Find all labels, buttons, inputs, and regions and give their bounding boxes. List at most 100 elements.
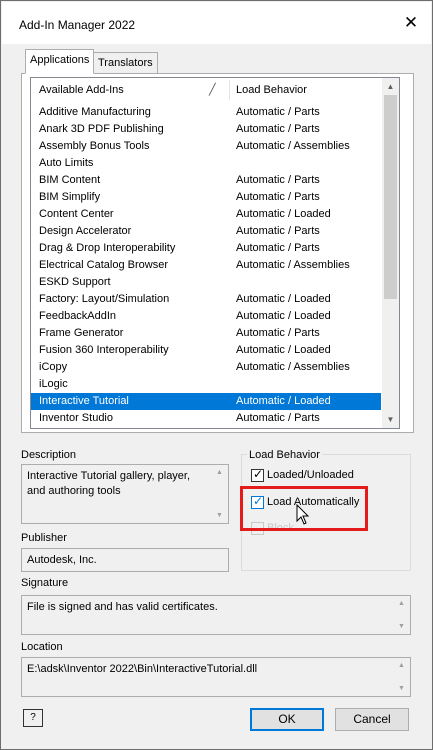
add-in-name: Design Accelerator (39, 225, 132, 237)
cancel-button[interactable]: Cancel (335, 708, 409, 731)
description-box[interactable]: Interactive Tutorial gallery, player, an… (21, 464, 229, 524)
add-in-name: iCopy (39, 361, 68, 373)
list-item[interactable]: BIM Content Automatic / Parts (31, 172, 381, 189)
list-scrollbar[interactable]: ▲ ▼ (382, 78, 399, 428)
add-in-name: ESKD Support (39, 276, 111, 288)
add-in-name: Inventor Studio (39, 412, 113, 424)
signature-value: File is signed and has valid certificate… (27, 601, 218, 613)
add-in-load-behavior: Automatic / Loaded (236, 395, 331, 407)
scroll-down-icon[interactable]: ▼ (211, 508, 228, 523)
list-item[interactable]: ESKD Support (31, 274, 381, 291)
scroll-up-icon[interactable]: ▲ (382, 78, 399, 95)
tab-applications[interactable]: Applications (25, 49, 95, 74)
add-in-name: Auto Limits (39, 157, 94, 169)
signature-scrollbar[interactable]: ▲ ▼ (393, 596, 410, 634)
description-text: Interactive Tutorial gallery, player, an… (27, 470, 191, 497)
list-item[interactable]: Content Center Automatic / Loaded (31, 206, 381, 223)
add-in-name: Assembly Bonus Tools (39, 140, 150, 152)
add-in-name: Frame Generator (39, 327, 124, 339)
add-in-name: Content Center (39, 208, 114, 220)
scroll-up-icon[interactable]: ▲ (393, 596, 410, 611)
add-in-load-behavior: Automatic / Loaded (236, 208, 331, 220)
load-behavior-label: Load Behavior (247, 449, 322, 461)
add-in-name: iLogic (39, 378, 68, 390)
scroll-up-icon[interactable]: ▲ (211, 465, 228, 480)
list-item[interactable]: Electrical Catalog Browser Automatic / As… (31, 257, 381, 274)
add-in-load-behavior: Automatic / Parts (236, 242, 320, 254)
list-item[interactable]: iLogic (31, 376, 381, 393)
list-item[interactable]: Additive Manufacturing Automatic / Parts (31, 104, 381, 121)
add-in-load-behavior: Automatic / Parts (236, 174, 320, 186)
add-in-manager-dialog: Add-In Manager 2022 ✕ Applications Trans… (0, 0, 433, 750)
list-item[interactable]: iCopy Automatic / Assemblies (31, 359, 381, 376)
list-rows: Additive Manufacturing Automatic / Parts A… (31, 104, 381, 427)
add-in-load-behavior: Automatic / Parts (236, 123, 320, 135)
help-icon: ? (30, 712, 36, 723)
add-in-name: Factory: Layout/Simulation (39, 293, 170, 305)
close-icon[interactable]: ✕ (401, 13, 421, 33)
loaded-unloaded-checkbox[interactable]: ✓ (251, 467, 264, 482)
list-item[interactable]: Fusion 360 Interoperability Automatic / L… (31, 342, 381, 359)
add-in-name: BIM Content (39, 174, 101, 186)
list-item[interactable]: Assembly Bonus Tools Automatic / Assembli… (31, 138, 381, 155)
publisher-field: Autodesk, Inc. (21, 548, 229, 572)
scroll-down-icon[interactable]: ▼ (393, 619, 410, 634)
list-item[interactable]: Inventor Studio Automatic / Parts (31, 410, 381, 427)
add-in-name: Drag & Drop Interoperability (39, 242, 176, 254)
add-in-name: Electrical Catalog Browser (39, 259, 168, 271)
scroll-thumb[interactable] (384, 95, 397, 299)
column-separator[interactable] (229, 80, 230, 100)
list-item[interactable]: Drag & Drop Interoperability Automatic / … (31, 240, 381, 257)
add-in-load-behavior: Automatic / Parts (236, 106, 320, 118)
add-in-load-behavior: Automatic / Assemblies (236, 259, 350, 271)
add-ins-list[interactable]: Available Add-Ins ╱ Load Behavior Additi… (30, 77, 400, 429)
scroll-down-icon[interactable]: ▼ (382, 411, 399, 428)
add-in-name: Additive Manufacturing (39, 106, 151, 118)
location-scrollbar[interactable]: ▲ ▼ (393, 658, 410, 696)
add-in-name: BIM Simplify (39, 191, 101, 203)
list-item[interactable]: Anark 3D PDF Publishing Automatic / Parts (31, 121, 381, 138)
add-in-load-behavior: Automatic / Assemblies (236, 140, 350, 152)
title-bar: Add-In Manager 2022 ✕ (2, 2, 431, 44)
add-in-name: Fusion 360 Interoperability (39, 344, 169, 356)
location-label: Location (21, 641, 63, 653)
signature-box[interactable]: File is signed and has valid certificate… (21, 595, 411, 635)
add-in-load-behavior: Automatic / Loaded (236, 344, 331, 356)
list-item[interactable]: Interactive Tutorial Automatic / Loaded (31, 393, 381, 410)
add-in-load-behavior: Automatic / Assemblies (236, 361, 350, 373)
loaded-unloaded-label[interactable]: Loaded/Unloaded (267, 469, 354, 481)
list-item[interactable]: BIM Simplify Automatic / Parts (31, 189, 381, 206)
publisher-value: Autodesk, Inc. (27, 554, 97, 566)
publisher-label: Publisher (21, 532, 67, 544)
location-box[interactable]: E:\adsk\Inventor 2022\Bin\InteractiveTut… (21, 657, 411, 697)
add-in-load-behavior: Automatic / Parts (236, 191, 320, 203)
list-item[interactable]: Factory: Layout/Simulation Automatic / Lo… (31, 291, 381, 308)
column-header-behavior[interactable]: Load Behavior (236, 84, 307, 96)
list-item[interactable]: Auto Limits (31, 155, 381, 172)
add-in-load-behavior: Automatic / Parts (236, 412, 320, 424)
signature-label: Signature (21, 577, 69, 589)
add-in-load-behavior: Automatic / Parts (236, 225, 320, 237)
ok-button[interactable]: OK (250, 708, 324, 731)
location-value: E:\adsk\Inventor 2022\Bin\InteractiveTut… (27, 663, 258, 675)
window-title: Add-In Manager 2022 (19, 18, 136, 32)
add-in-name: Anark 3D PDF Publishing (39, 123, 164, 135)
add-in-name: Interactive Tutorial (39, 395, 129, 407)
list-item[interactable]: FeedbackAddIn Automatic / Loaded (31, 308, 381, 325)
description-scrollbar[interactable]: ▲ ▼ (211, 465, 228, 523)
description-label: Description (21, 449, 77, 461)
add-in-name: FeedbackAddIn (39, 310, 117, 322)
scroll-down-icon[interactable]: ▼ (393, 681, 410, 696)
mouse-cursor-icon (296, 504, 310, 525)
help-button[interactable]: ? (23, 709, 43, 727)
scroll-up-icon[interactable]: ▲ (393, 658, 410, 673)
add-in-load-behavior: Automatic / Parts (236, 327, 320, 339)
list-item[interactable]: Design Accelerator Automatic / Parts (31, 223, 381, 240)
column-header-name[interactable]: Available Add-Ins (39, 84, 124, 96)
checkmark-icon: ✓ (253, 467, 264, 481)
tab-translators[interactable]: Translators (93, 52, 158, 74)
list-header: Available Add-Ins ╱ Load Behavior (31, 78, 381, 103)
list-item[interactable]: Frame Generator Automatic / Parts (31, 325, 381, 342)
add-in-load-behavior: Automatic / Loaded (236, 293, 331, 305)
add-in-load-behavior: Automatic / Loaded (236, 310, 331, 322)
